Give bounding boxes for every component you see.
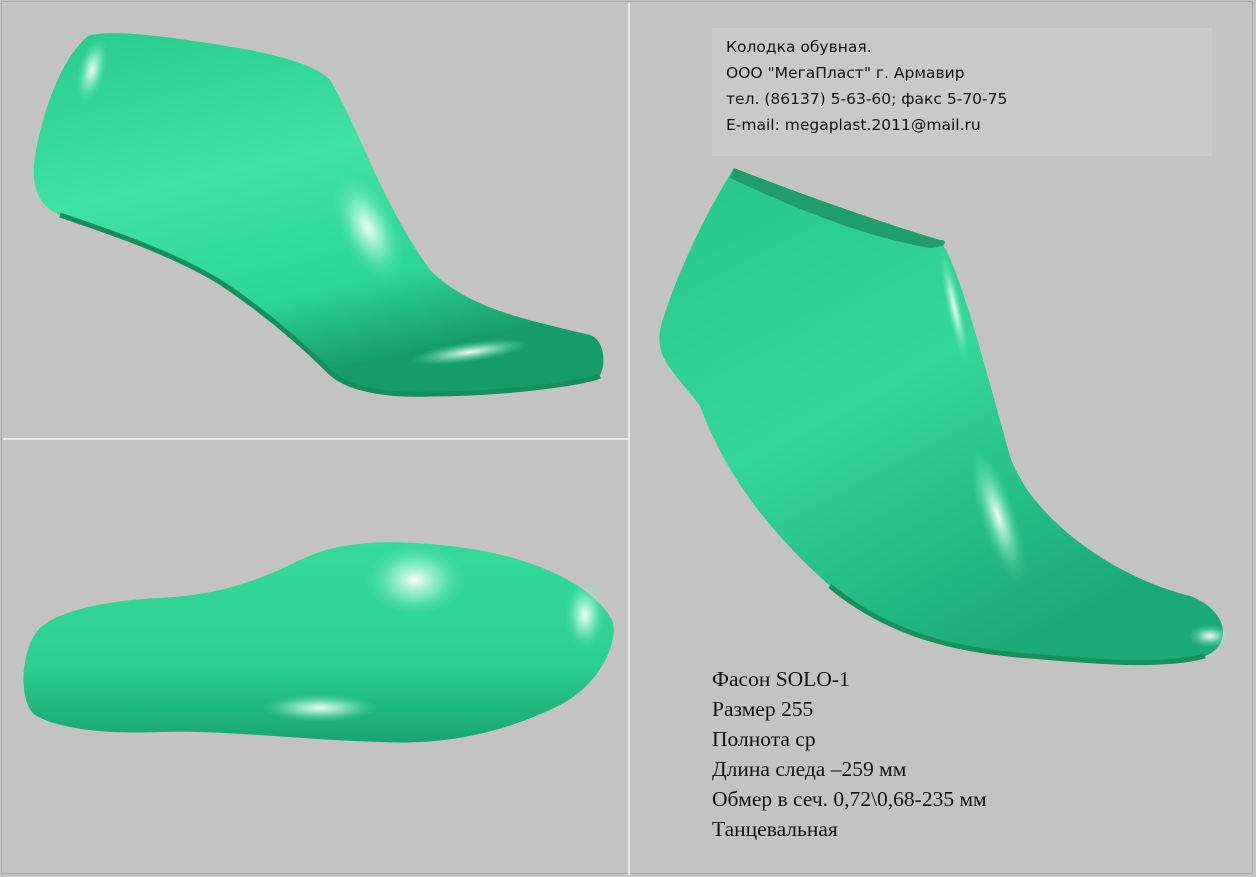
waist-highlight <box>262 694 378 722</box>
spec-length: Длина следа –259 мм <box>712 757 907 781</box>
toe-tip-highlight <box>565 581 605 649</box>
spec-style: Фасон SOLO-1 <box>712 667 850 691</box>
shoe-last-sole-view[interactable] <box>0 440 628 877</box>
spec-width: Полнота ср <box>712 727 816 751</box>
shoe-last-perspective-view[interactable] <box>630 156 1256 676</box>
spec-size: Размер 255 <box>712 697 814 721</box>
email: E-mail: megaplast.2011@mail.ru <box>726 116 981 134</box>
shoe-last-side-view[interactable] <box>0 0 628 438</box>
forepart-highlight <box>365 544 465 616</box>
toe-highlight-perspective <box>1188 624 1232 648</box>
product-name: Колодка обувная. <box>726 38 872 56</box>
contact-info: Колодка обувная. ООО "МегаПласт" г. Арма… <box>712 28 1212 156</box>
specifications: Фасон SOLO-1 Размер 255 Полнота ср Длина… <box>712 664 987 844</box>
last-body <box>33 33 604 393</box>
spec-type: Танцевальная <box>712 817 838 841</box>
phone-fax: тел. (86137) 5-63-60; факс 5-70-75 <box>726 90 1008 108</box>
spec-girth: Обмер в сеч. 0,72\0,68-235 мм <box>712 787 987 811</box>
company-name: ООО "МегаПласт" г. Армавир <box>726 64 965 82</box>
